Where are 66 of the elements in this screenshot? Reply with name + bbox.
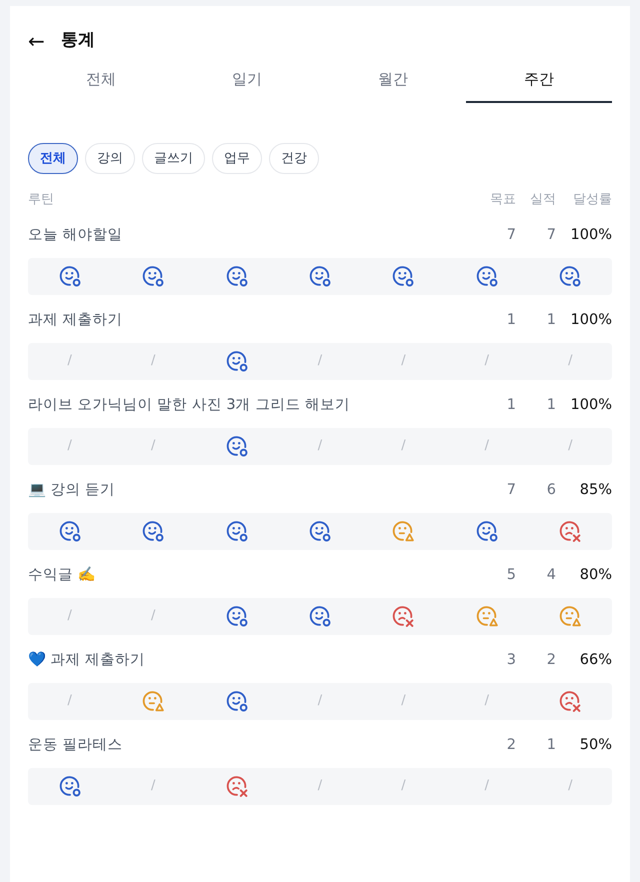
column-header: 목표 [489, 191, 516, 209]
filter-chip[interactable]: 강의 [85, 142, 135, 174]
empty-day-mark: / [484, 352, 490, 370]
achievement-rate: 100% [570, 396, 612, 415]
empty-day-mark: / [401, 437, 406, 456]
achievement-rate: 100% [570, 310, 612, 330]
actual-count: 4 [546, 566, 556, 585]
empty-day-mark: / [150, 437, 156, 456]
routine-name: 💙 과제 제출하기 [28, 650, 146, 670]
routine-name: 오늘 해야할일 [28, 226, 124, 245]
empty-day-mark: / [68, 352, 72, 370]
actual-count: 2 [546, 650, 556, 670]
actual-count: 1 [546, 310, 556, 330]
achievement-rate: 50% [578, 736, 612, 755]
actual-count: 6 [546, 480, 556, 500]
page-title: 통계 [60, 29, 95, 52]
empty-day-mark: / [150, 352, 156, 370]
empty-day-mark: / [68, 607, 72, 626]
tab[interactable]: 전체 [28, 64, 174, 102]
empty-day-mark: / [318, 352, 322, 370]
empty-day-mark: / [568, 437, 572, 456]
goal-count: 2 [506, 736, 516, 755]
empty-day-mark: / [318, 692, 322, 710]
empty-day-mark: / [401, 692, 406, 710]
empty-day-mark: / [318, 777, 322, 796]
empty-day-mark: / [68, 437, 72, 456]
achievement-rate: 80% [578, 566, 612, 585]
tab[interactable]: 월간 [320, 64, 466, 102]
empty-day-mark: / [68, 692, 72, 710]
goal-count: 3 [506, 650, 516, 670]
empty-day-mark: / [401, 777, 406, 796]
achievement-rate: 85% [578, 480, 612, 500]
routine-name: 💻 강의 듣기 [28, 480, 116, 500]
achievement-rate: 66% [578, 650, 612, 670]
filter-chip[interactable]: 전체 [28, 142, 78, 174]
column-header: 달성률 [572, 191, 612, 209]
empty-day-mark: / [568, 777, 572, 796]
empty-day-mark: / [401, 352, 406, 370]
goal-count: 7 [506, 226, 516, 245]
routine-name: 과제 제출하기 [28, 310, 124, 330]
column-header: 실적 [529, 191, 556, 209]
empty-day-mark: / [150, 777, 156, 796]
goal-count: 1 [506, 396, 516, 415]
empty-day-mark: / [318, 437, 322, 456]
achievement-rate: 100% [570, 226, 612, 245]
tab[interactable]: 주간 [466, 64, 612, 102]
routine-name: 수익글 ✍ [28, 566, 97, 585]
empty-day-mark: / [150, 607, 156, 626]
filter-chip[interactable]: 업무 [212, 142, 262, 174]
goal-count: 7 [506, 480, 516, 500]
back-button[interactable]: ← [28, 31, 45, 51]
tab[interactable]: 일기 [174, 64, 320, 102]
filter-chip[interactable]: 건강 [269, 142, 319, 174]
actual-count: 1 [546, 736, 556, 755]
empty-day-mark: / [484, 692, 490, 710]
routine-name: 라이브 오가닉님이 말한 사진 3개 그리드 해보기 [28, 396, 351, 415]
routine-name: 운동 필라테스 [28, 736, 124, 755]
column-header: 루틴 [28, 191, 55, 209]
actual-count: 1 [546, 396, 556, 415]
goal-count: 1 [506, 310, 516, 330]
empty-day-mark: / [484, 777, 490, 796]
empty-day-mark: / [484, 437, 490, 456]
empty-day-mark: / [568, 352, 572, 370]
actual-count: 7 [546, 226, 556, 245]
filter-chip[interactable]: 글쓰기 [142, 142, 205, 174]
goal-count: 5 [506, 566, 516, 585]
